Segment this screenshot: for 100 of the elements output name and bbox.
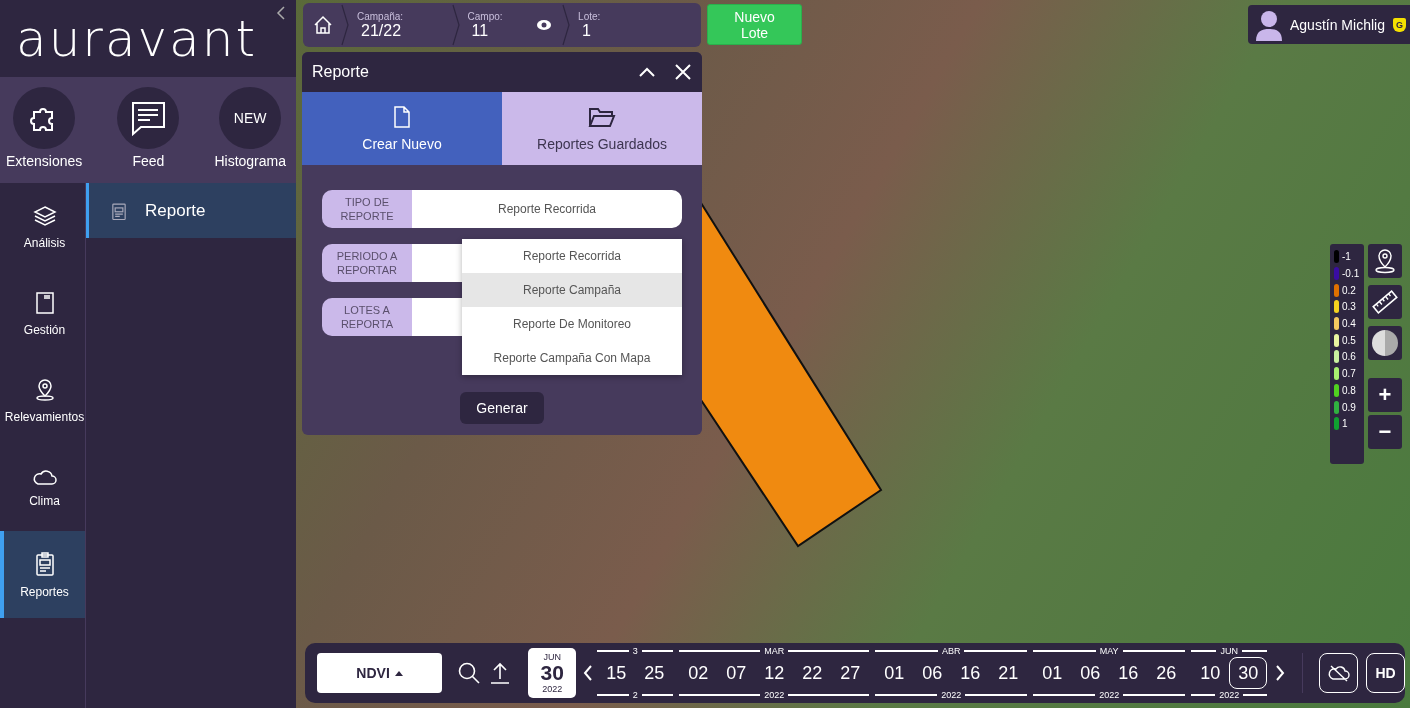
nav-item[interactable]: Reportes	[0, 531, 85, 618]
legend-label: 0.7	[1342, 368, 1356, 380]
panel-tab[interactable]: Crear Nuevo	[302, 92, 502, 165]
search-button[interactable]	[458, 662, 481, 684]
year-label: 2022	[1219, 690, 1240, 700]
date-option[interactable]: 16	[951, 657, 990, 689]
subnav-item[interactable]: Reporte	[86, 183, 296, 238]
month-label: ABR	[941, 646, 961, 656]
nav-item[interactable]: Gestión	[0, 270, 85, 357]
date-option[interactable]: 06	[1071, 657, 1110, 689]
field-label: TIPO DE REPORTE	[322, 190, 412, 228]
breadcrumb-label: Lote:	[578, 10, 602, 22]
home-icon	[313, 15, 333, 35]
chevron-separator-icon	[451, 3, 460, 47]
panel-tab[interactable]: Reportes Guardados	[502, 92, 702, 165]
year-label: 2022	[941, 690, 962, 700]
date-option[interactable]: 27	[831, 657, 870, 689]
select-field[interactable]: Reporte Recorrida	[412, 190, 682, 228]
clipboard-icon	[111, 200, 127, 221]
shortcut-label: Histograma	[214, 153, 286, 169]
legend-label: 0.8	[1342, 384, 1356, 396]
zoom-in-button[interactable]: +	[1368, 378, 1402, 412]
ruler-icon	[1372, 289, 1398, 315]
date-option[interactable]: 10	[1191, 657, 1230, 689]
document-icon	[393, 105, 411, 128]
cloud-icon	[31, 467, 58, 486]
breadcrumb-label: Campo:	[467, 10, 504, 22]
date-option[interactable]: 02	[679, 657, 718, 689]
clipboard-icon	[34, 550, 55, 577]
cloud-off-icon	[1327, 664, 1350, 682]
previous-button[interactable]	[582, 664, 595, 682]
collapse-chevron-icon[interactable]	[276, 6, 286, 20]
legend-label: 0.6	[1342, 351, 1356, 363]
nav-item[interactable]: Clima	[0, 444, 85, 531]
close-icon[interactable]	[674, 63, 692, 81]
compare-button[interactable]	[1368, 326, 1402, 360]
nav-item[interactable]: Análisis	[0, 183, 85, 270]
layers-icon	[32, 203, 57, 228]
date-option[interactable]: 12	[755, 657, 794, 689]
date-option[interactable]: 01	[875, 657, 914, 689]
dropdown-option[interactable]: Reporte Campaña	[462, 273, 682, 307]
breadcrumb-value[interactable]: 1	[582, 21, 701, 40]
month-label: JUN	[1220, 646, 1238, 656]
logo: auravant	[16, 9, 258, 68]
legend-label: 0.3	[1342, 301, 1356, 313]
upload-button[interactable]	[490, 662, 511, 684]
legend-label: -1	[1342, 251, 1351, 263]
field-label: PERIODO A REPORTAR	[322, 244, 412, 282]
date-option[interactable]: 22	[793, 657, 832, 689]
location-pin-button[interactable]	[1368, 244, 1402, 278]
date-option[interactable]: 25	[635, 657, 674, 689]
legend-label: 0.2	[1342, 284, 1356, 296]
legend-label: 0.5	[1342, 334, 1356, 346]
upload-icon	[490, 662, 511, 684]
date-option[interactable]: 30	[1229, 657, 1268, 689]
date-option[interactable]: 21	[989, 657, 1028, 689]
dropdown-option[interactable]: Reporte Recorrida	[462, 239, 682, 273]
eye-icon[interactable]	[536, 19, 553, 31]
index-selector[interactable]: NDVI	[317, 653, 443, 693]
badge-text: NEW	[233, 110, 267, 126]
date-option[interactable]: 26	[1147, 657, 1186, 689]
breadcrumb-label: Campaña:	[357, 10, 405, 22]
shortcut-button[interactable]: NEW Histograma	[214, 87, 286, 183]
breadcrumb-value[interactable]: 21/22	[361, 21, 452, 40]
month-label: MAY	[1099, 646, 1119, 656]
legend-label: 1	[1342, 418, 1348, 430]
chevron-separator-icon	[562, 3, 571, 47]
month-label: 3	[632, 646, 638, 656]
chevron-right-icon	[1274, 664, 1287, 682]
next-button[interactable]	[1274, 664, 1287, 682]
dropdown-option[interactable]: Reporte Campaña Con Mapa	[462, 341, 682, 375]
chat-icon	[129, 100, 168, 136]
date-option[interactable]: 16	[1109, 657, 1148, 689]
date-day: 30	[540, 662, 564, 684]
nav-item[interactable]: Relevamientos	[0, 357, 85, 444]
legend-label: 0.9	[1342, 401, 1356, 413]
breadcrumb-value[interactable]: 11	[471, 21, 563, 40]
shortcut-label: Extensiones	[6, 153, 83, 169]
folder-icon	[588, 105, 616, 128]
dropdown-option[interactable]: Reporte De Monitoreo	[462, 307, 682, 341]
date-option[interactable]: 15	[597, 657, 636, 689]
generate-button[interactable]: Generar	[460, 392, 544, 424]
hd-button[interactable]: HD	[1366, 653, 1405, 693]
user-silhouette-icon	[1256, 8, 1282, 41]
year-label: 2022	[1099, 690, 1120, 700]
ruler-button[interactable]	[1368, 285, 1402, 319]
panel-title: Reporte	[312, 63, 370, 81]
date-option[interactable]: 01	[1033, 657, 1072, 689]
zoom-out-button[interactable]: −	[1368, 415, 1402, 449]
date-year: 2022	[542, 684, 563, 694]
cloud-filter-button[interactable]	[1319, 653, 1359, 693]
legend-label: 0.4	[1342, 318, 1356, 330]
year-label: 2	[632, 690, 638, 700]
chevron-separator-icon	[341, 3, 349, 47]
date-option[interactable]: 06	[913, 657, 952, 689]
user-badge[interactable]: Agustín Michlig G	[1248, 5, 1410, 44]
date-month: JUN	[543, 652, 561, 662]
date-option[interactable]: 07	[717, 657, 756, 689]
year-label: 2022	[764, 690, 785, 700]
location-pin-icon	[1373, 248, 1397, 274]
